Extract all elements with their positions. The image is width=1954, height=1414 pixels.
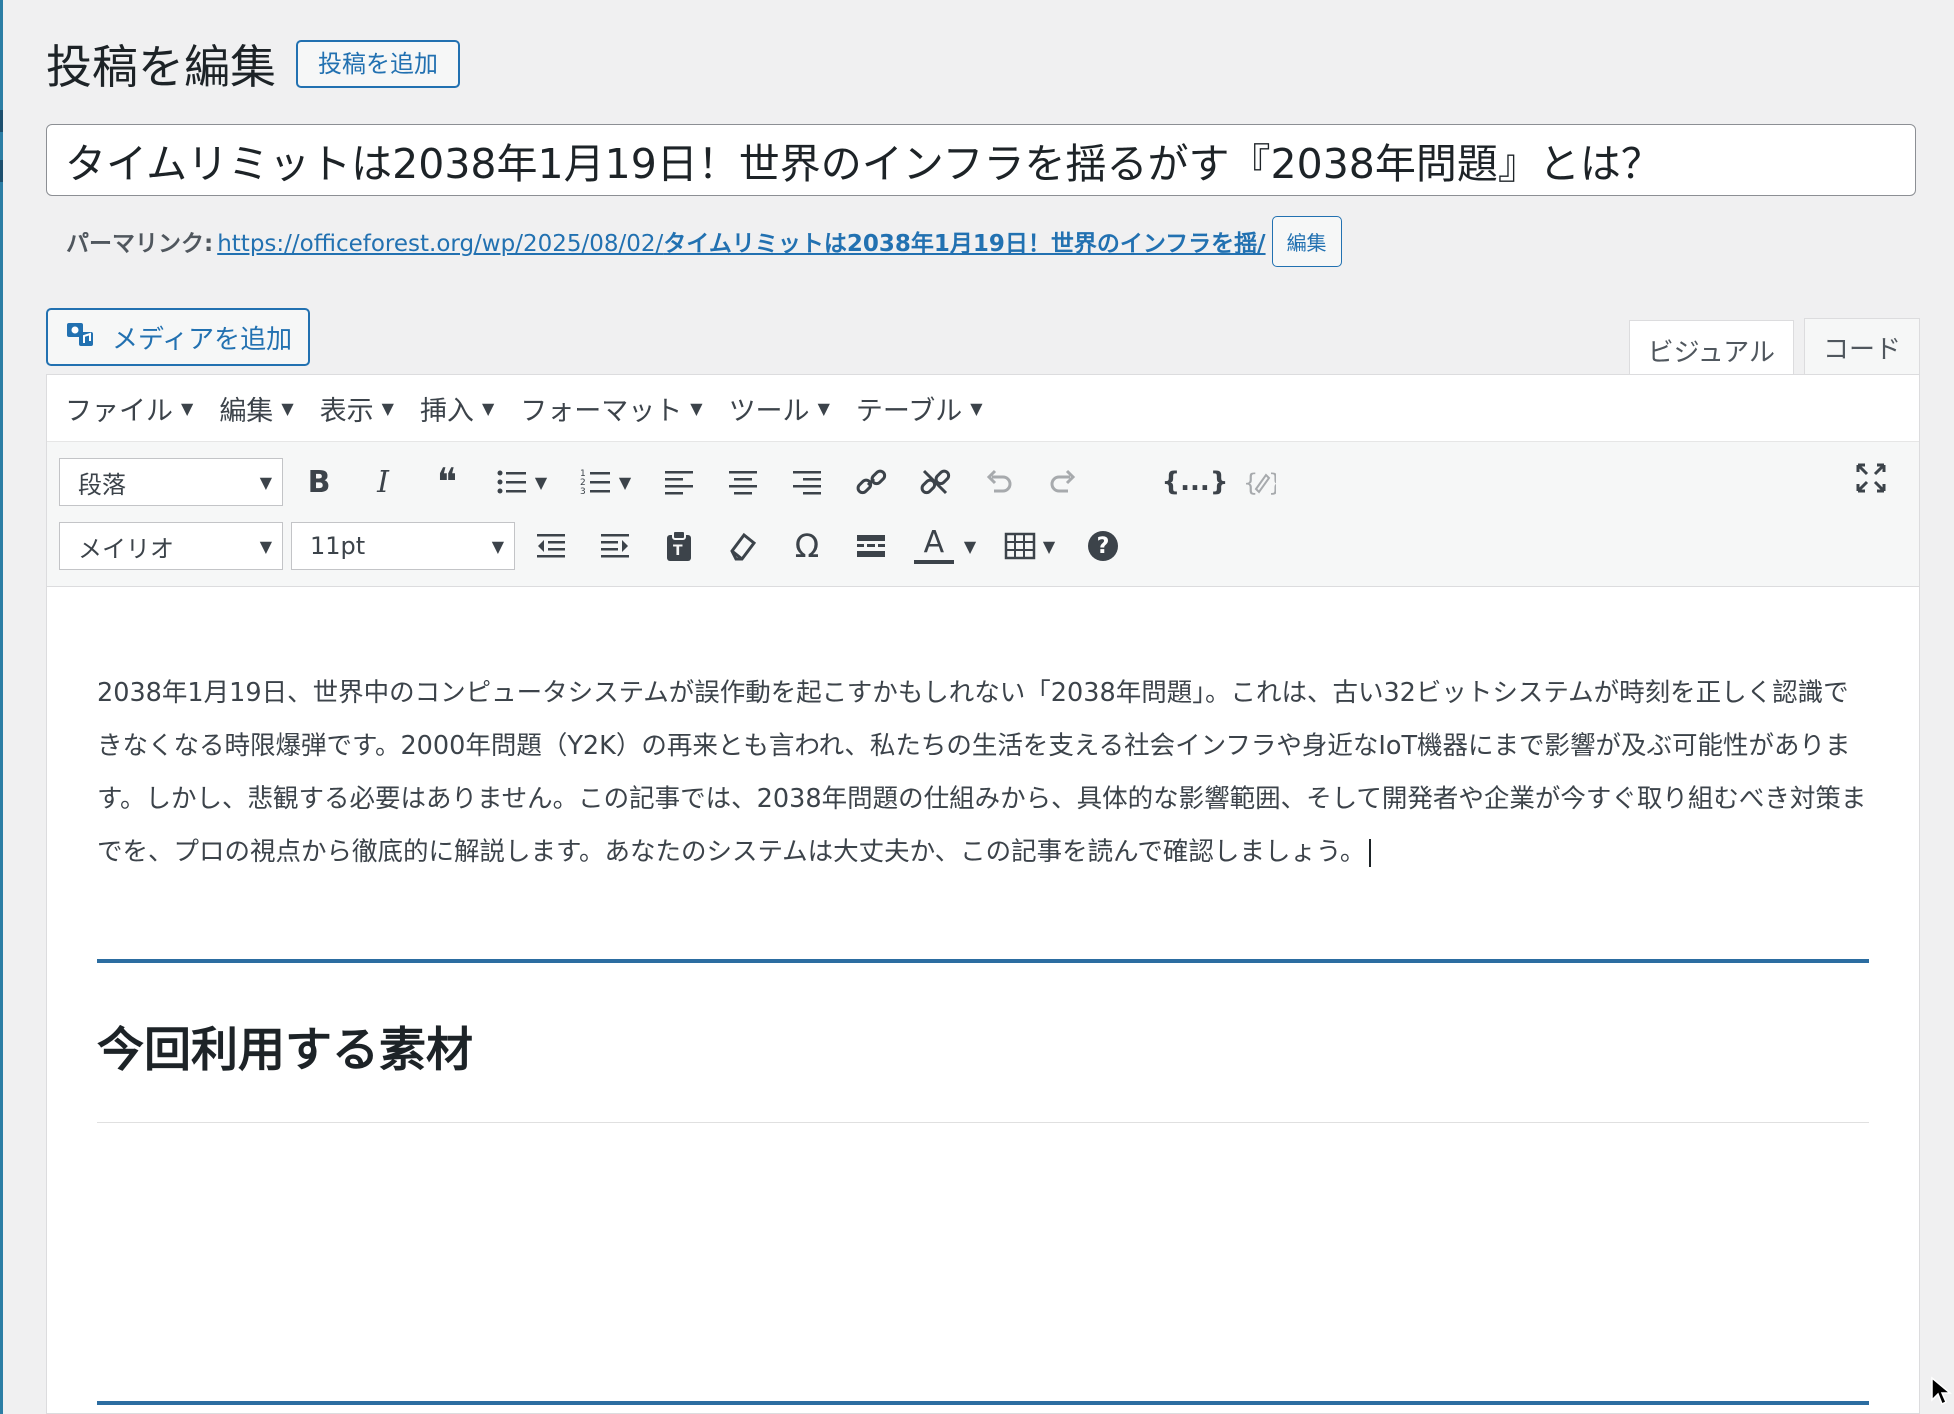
caret-down-icon: ▼	[281, 398, 294, 418]
clear-format-icon[interactable]	[715, 518, 771, 574]
menu-insert[interactable]: 挿入 ▼	[420, 389, 494, 428]
text-cursor	[1369, 839, 1372, 867]
add-new-post-button[interactable]: 投稿を追加	[296, 39, 460, 89]
edit-code-icon[interactable]: {}	[1231, 454, 1287, 510]
numbered-list-icon[interactable]: 1 2 3 ▼	[567, 454, 643, 510]
text-color-icon[interactable]: A ▼	[907, 518, 983, 574]
caret-down-icon: ▼	[970, 398, 983, 418]
page-heading: 投稿を編集 投稿を追加	[46, 34, 460, 94]
mouse-pointer-icon	[1930, 1376, 1953, 1410]
add-media-button[interactable]: メディアを追加	[46, 308, 311, 366]
post-title-input[interactable]: タイムリミットは2038年1月19日！世界のインフラを揺るがす『2038年問題』…	[46, 124, 1916, 196]
permalink-label: パーマリンク:	[66, 231, 214, 257]
paste-text-icon[interactable]: T	[651, 518, 707, 574]
permalink-slug: タイムリミットは2038年1月19日！世界のインフラを揺/	[663, 231, 1266, 257]
heading-rule-top	[97, 959, 1869, 963]
menu-file[interactable]: ファイル ▼	[65, 389, 193, 428]
fullscreen-icon[interactable]	[1843, 450, 1899, 506]
svg-text:T: T	[673, 543, 683, 559]
caret-down-icon: ▼	[491, 536, 504, 556]
permalink-edit-button[interactable]: 編集	[1271, 215, 1342, 267]
blockquote-icon[interactable]: ❝	[419, 454, 475, 510]
menu-table[interactable]: テーブル ▼	[856, 389, 983, 428]
code-icon[interactable]: {...}	[1162, 454, 1229, 510]
table-icon[interactable]: ▼	[991, 518, 1067, 574]
italic-icon[interactable]: I	[355, 454, 411, 510]
bullet-list-icon[interactable]: ▼	[483, 454, 559, 510]
align-center-icon[interactable]	[715, 454, 771, 510]
undo-icon[interactable]	[971, 454, 1027, 510]
tab-visual[interactable]: ビジュアル	[1628, 320, 1794, 380]
menu-format[interactable]: フォーマット ▼	[520, 389, 702, 428]
align-left-icon[interactable]	[651, 454, 707, 510]
format-select[interactable]: 段落 ▼	[59, 458, 283, 506]
caret-down-icon: ▼	[259, 536, 272, 556]
bold-icon[interactable]: B	[291, 454, 347, 510]
add-media-label: メディアを追加	[112, 324, 293, 355]
permalink-row: パーマリンク: https://officeforest.org/wp/2025…	[66, 214, 1342, 268]
content-paragraph[interactable]: 2038年1月19日、世界中のコンピュータシステムが誤作動を起こすかもしれない「…	[97, 667, 1869, 879]
font-family-select[interactable]: メイリオ ▼	[59, 522, 283, 570]
menu-edit[interactable]: 編集 ▼	[219, 389, 293, 428]
page-title: 投稿を編集	[46, 40, 276, 94]
align-right-icon[interactable]	[779, 454, 835, 510]
indent-icon[interactable]	[587, 518, 643, 574]
editor-tabs: ビジュアル コード	[1628, 318, 1920, 380]
unlink-icon[interactable]	[907, 454, 963, 510]
editor-menubar: ファイル ▼ 編集 ▼ 表示 ▼ 挿入 ▼ フォーマット ▼ ツール ▼ テーブル ▼	[47, 375, 1919, 442]
menu-tools[interactable]: ツール ▼	[729, 389, 830, 428]
editor-toolbar: 段落▼ B I ❝ ▼ 123▼ {...} {} メイリオ▼ 11pt▼ T	[47, 442, 1919, 587]
section-rule	[97, 1401, 1869, 1405]
caret-down-icon: ▼	[690, 398, 703, 418]
tab-code[interactable]: コード	[1803, 318, 1920, 376]
toolbar-row-2: メイリオ ▼ 11pt ▼ T Ω A ▼ ▼ ?	[59, 514, 1919, 578]
heading-rule-bottom	[97, 1122, 1869, 1123]
toolbar-row-1: 段落▼ B I ❝ ▼ 123▼ {...} {}	[59, 450, 1919, 514]
font-size-select[interactable]: 11pt ▼	[291, 522, 515, 570]
read-more-icon[interactable]	[843, 518, 899, 574]
caret-down-icon: ▼	[181, 398, 194, 418]
caret-down-icon: ▼	[381, 398, 394, 418]
permalink-base: https://officeforest.org/wp/2025/08/02/	[217, 231, 664, 257]
outdent-icon[interactable]	[523, 518, 579, 574]
caret-down-icon: ▼	[259, 472, 272, 492]
media-icon	[64, 317, 98, 358]
menu-view[interactable]: 表示 ▼	[320, 389, 394, 428]
content-heading[interactable]: 今回利用する素材	[97, 1011, 1869, 1080]
link-icon[interactable]	[843, 454, 899, 510]
svg-text:}: }	[1268, 469, 1276, 497]
redo-icon[interactable]	[1035, 454, 1091, 510]
special-char-icon[interactable]: Ω	[779, 518, 835, 574]
caret-down-icon: ▼	[481, 398, 495, 418]
admin-left-edge	[0, 0, 3, 1414]
svg-text:{: {	[1243, 469, 1258, 497]
svg-text:3: 3	[580, 487, 586, 497]
editor-frame: ファイル ▼ 編集 ▼ 表示 ▼ 挿入 ▼ フォーマット ▼ ツール ▼ テーブル ▼ 段落 ▼…	[46, 374, 1920, 1414]
caret-down-icon: ▼	[817, 398, 830, 418]
editor-content[interactable]: 2038年1月19日、世界中のコンピュータシステムが誤作動を起こすかもしれない「…	[47, 587, 1919, 1123]
help-icon[interactable]: ?	[1075, 518, 1131, 574]
permalink-link[interactable]: https://officeforest.org/wp/2025/08/02/タ…	[217, 224, 1265, 258]
